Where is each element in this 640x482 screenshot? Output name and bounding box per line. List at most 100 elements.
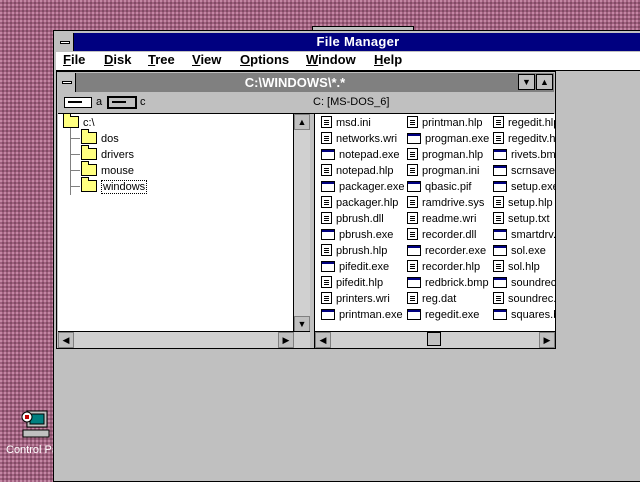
system-menu-icon[interactable] xyxy=(56,33,74,51)
files-scroll-thumb[interactable] xyxy=(427,332,441,346)
tree-vertical-scrollbar[interactable]: ▲ ▼ xyxy=(293,114,310,332)
drive-c-label: c xyxy=(140,96,146,108)
menu-window[interactable]: Window xyxy=(306,52,356,67)
file-item[interactable]: setup.txt xyxy=(493,211,550,227)
document-file-icon xyxy=(321,116,332,129)
file-name: printers.wri xyxy=(336,293,390,305)
file-name: regedit.exe xyxy=(425,309,480,321)
tree-node[interactable]: c:\ xyxy=(63,114,95,131)
file-name: ramdrive.sys xyxy=(422,197,485,209)
document-file-icon xyxy=(407,212,418,225)
file-name: redbrick.bmp xyxy=(425,277,489,289)
file-item[interactable]: packager.hlp xyxy=(321,195,398,211)
file-item[interactable]: pifedit.exe xyxy=(321,259,389,275)
drive-a-label: a xyxy=(96,96,103,108)
tree-connector xyxy=(70,186,80,187)
file-name: notepad.exe xyxy=(339,149,400,161)
file-item[interactable]: scrnsave.scr xyxy=(493,163,555,179)
file-item[interactable]: pbrush.exe xyxy=(321,227,393,243)
file-item[interactable]: qbasic.pif xyxy=(407,179,471,195)
file-item[interactable]: recorder.hlp xyxy=(407,259,480,275)
document-file-icon xyxy=(407,260,418,273)
document-file-icon xyxy=(493,116,504,129)
maximize-button[interactable]: ▲ xyxy=(536,74,553,90)
file-item[interactable]: regedit.hlp xyxy=(493,115,555,131)
tree-connector xyxy=(70,154,80,155)
document-file-icon xyxy=(407,148,418,161)
file-item[interactable]: sol.exe xyxy=(493,243,546,259)
file-item[interactable]: redbrick.bmp xyxy=(407,275,489,291)
file-item[interactable]: progman.exe xyxy=(407,131,489,147)
file-item[interactable]: printers.wri xyxy=(321,291,390,307)
tree-scroll-left-button[interactable]: ◀ xyxy=(58,332,74,348)
menu-view[interactable]: View xyxy=(192,52,221,67)
file-item[interactable]: regedit.exe xyxy=(407,307,479,323)
file-item[interactable]: rivets.bmp xyxy=(493,147,555,163)
file-item[interactable]: regeditv.hlp xyxy=(493,131,555,147)
file-item[interactable]: soundrec.exe xyxy=(493,275,555,291)
document-file-icon xyxy=(493,260,504,273)
file-item[interactable]: pifedit.hlp xyxy=(321,275,383,291)
file-item[interactable]: printman.exe xyxy=(321,307,403,323)
menu-disk[interactable]: Disk xyxy=(104,52,131,67)
document-file-icon xyxy=(493,132,504,145)
file-name: qbasic.pif xyxy=(425,181,472,193)
program-file-icon xyxy=(493,276,507,288)
file-item[interactable]: setup.exe xyxy=(493,179,555,195)
file-item[interactable]: printman.hlp xyxy=(407,115,483,131)
app-title: File Manager xyxy=(316,34,400,49)
file-item[interactable]: msd.ini xyxy=(321,115,371,131)
arrow-up-icon: ▲ xyxy=(297,117,307,127)
menu-options[interactable]: Options xyxy=(240,52,289,67)
tree-horizontal-scrollbar[interactable]: ◀ ▶ xyxy=(58,331,310,348)
file-list-pane: msd.ini networks.wri notepad.exe notepad.hl… xyxy=(315,114,555,348)
file-manager-window: File Manager File Disk Tree View Options Wind… xyxy=(53,30,640,482)
file-item[interactable]: progman.ini xyxy=(407,163,479,179)
file-name: reg.dat xyxy=(422,293,457,305)
program-file-icon xyxy=(321,308,335,320)
menu-file[interactable]: File xyxy=(63,52,85,67)
child-system-menu-icon[interactable] xyxy=(58,73,76,92)
file-name: pbrush.hlp xyxy=(336,245,388,257)
file-item[interactable]: sol.hlp xyxy=(493,259,540,275)
file-item[interactable]: soundrec.hlp xyxy=(493,291,555,307)
menu-help[interactable]: Help xyxy=(374,52,402,67)
file-item[interactable]: ramdrive.sys xyxy=(407,195,484,211)
file-item[interactable]: squares.bmp xyxy=(493,307,555,323)
file-name: sol.hlp xyxy=(508,261,540,273)
minimize-button[interactable]: ▼ xyxy=(518,74,535,90)
arrow-down-icon: ▼ xyxy=(522,77,531,87)
tree-node[interactable]: windows xyxy=(81,177,148,195)
drive-a[interactable]: a xyxy=(64,96,102,110)
file-item[interactable]: progman.hlp xyxy=(407,147,483,163)
file-item[interactable]: pbrush.dll xyxy=(321,211,384,227)
file-item[interactable]: notepad.hlp xyxy=(321,163,394,179)
drive-c[interactable]: c xyxy=(107,95,146,110)
menu-bar: File Disk Tree View Options Window Help xyxy=(56,52,640,71)
file-item[interactable]: notepad.exe xyxy=(321,147,400,163)
tree-node-label: windows xyxy=(101,180,148,194)
file-item[interactable]: recorder.dll xyxy=(407,227,476,243)
files-scroll-left-button[interactable]: ◀ xyxy=(315,332,331,348)
file-item[interactable]: setup.hlp xyxy=(493,195,553,211)
file-item[interactable]: reg.dat xyxy=(407,291,456,307)
files-horizontal-scrollbar[interactable]: ◀ ▶ xyxy=(315,331,555,348)
directory-window-title: C:\WINDOWS\*.* xyxy=(244,75,346,90)
file-item[interactable]: pbrush.hlp xyxy=(321,243,387,259)
document-file-icon xyxy=(407,292,418,305)
tree-scroll-right-button[interactable]: ▶ xyxy=(278,332,294,348)
file-name: printman.exe xyxy=(339,309,403,321)
tree-scroll-up-button[interactable]: ▲ xyxy=(294,114,310,130)
files-scroll-right-button[interactable]: ▶ xyxy=(539,332,555,348)
file-item[interactable]: readme.wri xyxy=(407,211,476,227)
directory-window-titlebar[interactable]: C:\WINDOWS\*.* ▼ ▲ xyxy=(58,73,554,92)
menu-tree[interactable]: Tree xyxy=(148,52,175,67)
file-item[interactable]: recorder.exe xyxy=(407,243,486,259)
control-panel-icon xyxy=(21,410,50,438)
app-titlebar[interactable]: File Manager xyxy=(56,33,640,51)
file-item[interactable]: packager.exe xyxy=(321,179,404,195)
file-item[interactable]: networks.wri xyxy=(321,131,397,147)
file-name: notepad.hlp xyxy=(336,165,394,177)
tree-scroll-down-button[interactable]: ▼ xyxy=(294,316,310,332)
file-item[interactable]: smartdrv.exe xyxy=(493,227,555,243)
